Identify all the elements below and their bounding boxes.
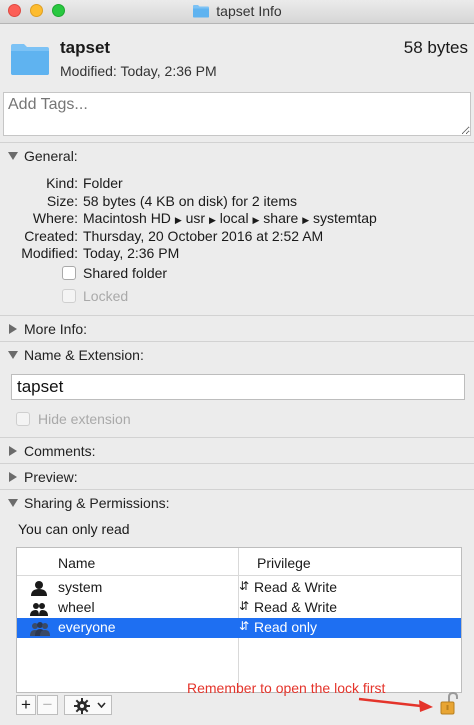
path-component: usr bbox=[185, 210, 206, 226]
created-label: Created: bbox=[24, 228, 78, 244]
annotation-arrow-icon bbox=[358, 697, 433, 712]
kind-row: Kind: Folder bbox=[0, 175, 474, 193]
annotation-text: Remember to open the lock first bbox=[187, 680, 386, 696]
chevron-down-icon bbox=[97, 702, 106, 708]
sharing-section-header[interactable]: Sharing & Permissions: bbox=[0, 493, 474, 515]
path-component: systemtap bbox=[313, 210, 377, 226]
section-title: Comments: bbox=[24, 443, 96, 459]
where-row: Where: Macintosh HD ▶ usr ▶ local ▶ shar… bbox=[0, 210, 474, 228]
table-row-selected[interactable]: everyone ⇵ Read only bbox=[17, 618, 461, 638]
table-header: Name Privilege bbox=[17, 548, 461, 576]
created-value: Thursday, 20 October 2016 at 2:52 AM bbox=[83, 228, 324, 244]
section-title: Sharing & Permissions: bbox=[24, 495, 170, 511]
section-divider bbox=[0, 463, 474, 464]
column-header-name[interactable]: Name bbox=[58, 555, 95, 571]
name-input[interactable] bbox=[11, 374, 465, 400]
path-separator-icon: ▶ bbox=[174, 215, 182, 225]
permissions-table: Name Privilege system ⇵ Read & Write whe… bbox=[16, 547, 462, 693]
path-separator-icon: ▶ bbox=[302, 215, 310, 225]
table-row[interactable]: system ⇵ Read & Write bbox=[17, 578, 461, 598]
shared-folder-label: Shared folder bbox=[83, 265, 168, 281]
permission-name: everyone bbox=[58, 619, 116, 635]
add-user-button[interactable]: + bbox=[16, 695, 36, 715]
modified-row: Modified: Today, 2:36 PM bbox=[0, 245, 474, 263]
section-divider bbox=[0, 142, 474, 143]
permission-status: You can only read bbox=[18, 521, 130, 537]
folder-icon bbox=[193, 5, 210, 18]
comments-section-header[interactable]: Comments: bbox=[0, 441, 474, 463]
kind-value: Folder bbox=[83, 175, 123, 191]
modified-value: Today, 2:36 PM bbox=[83, 245, 180, 261]
disclosure-open-icon bbox=[8, 499, 18, 507]
path-component: local bbox=[219, 210, 249, 226]
hide-extension-label: Hide extension bbox=[38, 411, 131, 427]
size-value: 58 bytes (4 KB on disk) for 2 items bbox=[83, 193, 297, 209]
modified-date: Modified: Today, 2:36 PM bbox=[60, 63, 217, 79]
modified-label: Modified: bbox=[21, 245, 78, 261]
folder-icon bbox=[11, 44, 49, 75]
permission-privilege[interactable]: Read & Write bbox=[254, 579, 337, 595]
shared-folder-checkbox[interactable] bbox=[62, 266, 76, 280]
size-label: Size: bbox=[46, 193, 78, 209]
everyone-icon bbox=[30, 622, 50, 636]
permission-name: system bbox=[58, 579, 103, 595]
action-menu-button[interactable] bbox=[64, 695, 112, 715]
updown-icon[interactable]: ⇵ bbox=[239, 619, 249, 633]
disclosure-closed-icon bbox=[9, 446, 17, 456]
general-section-header[interactable]: General: bbox=[0, 146, 474, 168]
info-header: tapset 58 bytes Modified: Today, 2:36 PM bbox=[0, 24, 474, 90]
permission-name: wheel bbox=[58, 599, 95, 615]
group-icon bbox=[30, 603, 48, 616]
locked-label: Locked bbox=[83, 288, 129, 304]
disclosure-closed-icon bbox=[9, 472, 17, 482]
preview-section-header[interactable]: Preview: bbox=[0, 467, 474, 489]
section-title: Name & Extension: bbox=[24, 347, 144, 363]
section-title: Preview: bbox=[24, 469, 78, 485]
hide-extension-checkbox[interactable] bbox=[16, 412, 30, 426]
kind-label: Kind: bbox=[46, 175, 78, 191]
single-user-icon bbox=[31, 581, 47, 596]
title-bar: tapset Info bbox=[0, 0, 474, 24]
more-info-section-header[interactable]: More Info: bbox=[0, 319, 474, 341]
section-title: More Info: bbox=[24, 321, 88, 337]
section-divider bbox=[0, 315, 474, 316]
column-header-privilege[interactable]: Privilege bbox=[257, 555, 311, 571]
disclosure-open-icon bbox=[8, 351, 18, 359]
file-name: tapset bbox=[60, 38, 111, 57]
path-separator-icon: ▶ bbox=[208, 215, 216, 225]
path-component: Macintosh HD bbox=[83, 210, 171, 226]
section-title: General: bbox=[24, 148, 78, 164]
path-separator-icon: ▶ bbox=[252, 215, 260, 225]
permission-privilege[interactable]: Read only bbox=[254, 619, 317, 635]
size-row: Size: 58 bytes (4 KB on disk) for 2 item… bbox=[0, 193, 474, 211]
where-path: Macintosh HD ▶ usr ▶ local ▶ share ▶ sys… bbox=[83, 210, 377, 226]
path-component: share bbox=[263, 210, 299, 226]
gear-icon bbox=[74, 698, 90, 714]
updown-icon[interactable]: ⇵ bbox=[239, 579, 249, 593]
name-extension-section-header[interactable]: Name & Extension: bbox=[0, 345, 474, 367]
file-size: 58 bytes bbox=[403, 38, 468, 57]
window-title: tapset Info bbox=[0, 3, 474, 19]
locked-checkbox[interactable] bbox=[62, 289, 76, 303]
section-divider bbox=[0, 489, 474, 490]
where-label: Where: bbox=[32, 210, 78, 226]
section-divider bbox=[0, 437, 474, 438]
remove-user-button[interactable]: − bbox=[37, 695, 58, 715]
updown-icon[interactable]: ⇵ bbox=[239, 599, 249, 613]
permission-privilege[interactable]: Read & Write bbox=[254, 599, 337, 615]
table-row[interactable]: wheel ⇵ Read & Write bbox=[17, 598, 461, 618]
disclosure-closed-icon bbox=[9, 324, 17, 334]
section-divider bbox=[0, 341, 474, 342]
created-row: Created: Thursday, 20 October 2016 at 2:… bbox=[0, 228, 474, 246]
disclosure-open-icon bbox=[8, 152, 18, 160]
window-title-text: tapset Info bbox=[216, 3, 282, 19]
lock-icon[interactable] bbox=[440, 692, 458, 716]
tags-field[interactable] bbox=[3, 92, 471, 136]
